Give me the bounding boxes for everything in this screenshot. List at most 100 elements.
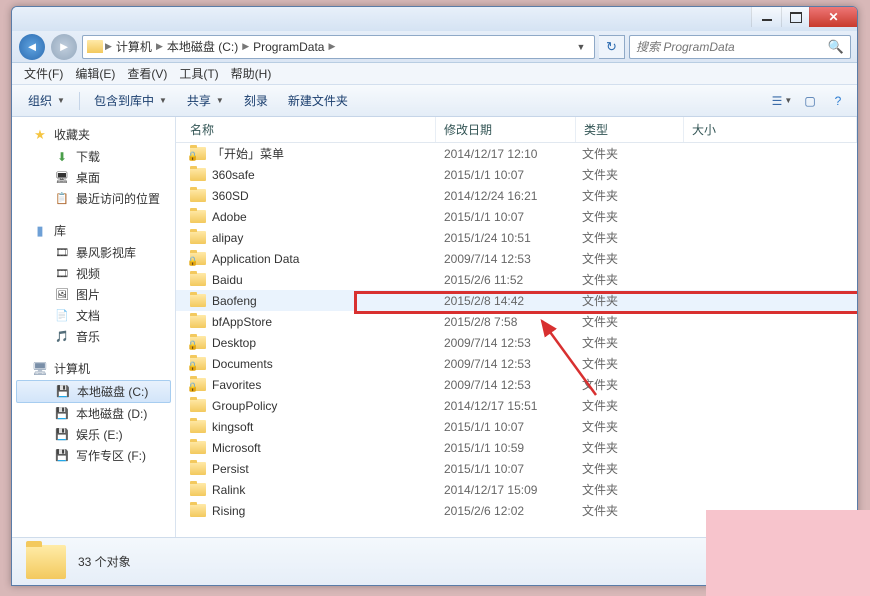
file-row[interactable]: 🔒 Desktop 2009/7/14 12:53文件夹 (176, 332, 857, 353)
column-size[interactable]: 大小 (684, 117, 857, 142)
file-row[interactable]: Baidu2015/2/6 11:52文件夹 (176, 269, 857, 290)
sidebar-item-label: 桌面 (76, 169, 100, 186)
sidebar-item-drive[interactable]: 本地磁盘 (D:) (12, 403, 175, 424)
sidebar-item-favorite[interactable]: 桌面 (12, 167, 175, 188)
sidebar-libraries-label: 库 (54, 222, 66, 239)
nav-back-button[interactable]: ◄ (18, 34, 46, 60)
breadcrumb-drive-c[interactable]: 本地磁盘 (C:) (165, 38, 240, 55)
search-icon[interactable]: 🔍 (828, 39, 844, 55)
file-name-cell: 🔒「开始」菜单 (190, 145, 442, 162)
maximize-button[interactable] (781, 7, 809, 27)
folder-icon: 🔒 (190, 147, 206, 160)
sidebar-item-label: 写作专区 (F:) (76, 447, 146, 464)
column-name[interactable]: 名称 (176, 117, 436, 142)
address-dropdown[interactable]: ▼ (572, 42, 590, 52)
file-name-cell: 360SD (190, 189, 442, 203)
sidebar-item-favorite[interactable]: 下载 (12, 146, 175, 167)
sidebar-item-library[interactable]: 视频 (12, 263, 175, 284)
file-row[interactable]: 360SD2014/12/24 16:21文件夹 (176, 185, 857, 206)
file-row[interactable]: Microsoft2015/1/1 10:59文件夹 (176, 437, 857, 458)
file-name: Desktop (212, 336, 256, 350)
file-row[interactable]: 🔒Documents2009/7/14 12:53文件夹 (176, 353, 857, 374)
star-icon: ★ (32, 127, 48, 143)
include-in-library-button[interactable]: 包含到库中▼ (86, 89, 175, 112)
file-row[interactable]: 360safe2015/1/1 10:07文件夹 (176, 164, 857, 185)
column-type[interactable]: 类型 (576, 117, 684, 142)
chevron-right-icon[interactable]: ▶ (103, 41, 114, 52)
burn-button[interactable]: 刻录 (236, 89, 276, 112)
file-name: Baidu (212, 273, 243, 287)
chevron-right-icon[interactable]: ▶ (154, 41, 165, 52)
sidebar-item-library[interactable]: 图片 (12, 284, 175, 305)
file-row[interactable]: 🔒「开始」菜单2014/12/17 12:10文件夹 (176, 143, 857, 164)
menu-file[interactable]: 文件(F) (18, 63, 69, 84)
sidebar-favorites: ★ 收藏夹 下载桌面最近访问的位置 (12, 123, 175, 209)
file-row[interactable]: kingsoft2015/1/1 10:07文件夹 (176, 416, 857, 437)
file-list[interactable]: 🔒「开始」菜单2014/12/17 12:10文件夹360safe2015/1/… (176, 143, 857, 537)
file-type: 文件夹 (582, 334, 690, 351)
file-name-cell: alipay (190, 231, 442, 245)
sidebar-item-library[interactable]: 文档 (12, 305, 175, 326)
file-name: GroupPolicy (212, 399, 277, 413)
file-row[interactable]: 🔒Application Data2009/7/14 12:53文件夹 (176, 248, 857, 269)
file-row[interactable]: Adobe2015/1/1 10:07文件夹 (176, 206, 857, 227)
file-name: bfAppStore (212, 315, 272, 329)
file-name-cell: Adobe (190, 210, 442, 224)
file-name: Microsoft (212, 441, 261, 455)
file-row[interactable]: GroupPolicy2014/12/17 15:51文件夹 (176, 395, 857, 416)
file-row[interactable]: Baofeng2015/2/8 14:42文件夹 (176, 290, 857, 311)
sidebar-item-library[interactable]: 暴风影视库 (12, 242, 175, 263)
sidebar-item-favorite[interactable]: 最近访问的位置 (12, 188, 175, 209)
file-row[interactable]: Ralink2014/12/17 15:09文件夹 (176, 479, 857, 500)
file-date: 2009/7/14 12:53 (442, 336, 582, 350)
chevron-right-icon[interactable]: ▶ (240, 41, 251, 52)
search-field[interactable]: 🔍 (629, 35, 851, 59)
mus-icon (54, 329, 70, 345)
file-date: 2014/12/17 15:51 (442, 399, 582, 413)
sidebar-libraries-header[interactable]: ▮ 库 (12, 219, 175, 242)
share-button[interactable]: 共享▼ (179, 89, 232, 112)
address-field[interactable]: ▶ 计算机 ▶ 本地磁盘 (C:) ▶ ProgramData ▶ ▼ (82, 35, 595, 59)
breadcrumb-programdata[interactable]: ProgramData (251, 40, 326, 54)
breadcrumb-computer[interactable]: 计算机 (114, 38, 154, 55)
sidebar-item-drive[interactable]: 娱乐 (E:) (12, 424, 175, 445)
file-name-cell: 🔒 Desktop (190, 336, 442, 350)
file-name: 360SD (212, 189, 249, 203)
close-button[interactable] (809, 7, 857, 27)
menu-view[interactable]: 查看(V) (121, 63, 173, 84)
sidebar-favorites-header[interactable]: ★ 收藏夹 (12, 123, 175, 146)
file-type: 文件夹 (582, 229, 690, 246)
menu-tools[interactable]: 工具(T) (173, 63, 224, 84)
body: ★ 收藏夹 下载桌面最近访问的位置 ▮ 库 暴风影视库视频图片文档音乐 🖥 计算… (12, 117, 857, 537)
titlebar[interactable] (12, 7, 857, 31)
sidebar-item-drive[interactable]: 写作专区 (F:) (12, 445, 175, 466)
file-name: Baofeng (212, 294, 257, 308)
file-row[interactable]: bfAppStore2015/2/8 7:58文件夹 (176, 311, 857, 332)
organize-button[interactable]: 组织▼ (20, 89, 73, 112)
toolbar: 组织▼ 包含到库中▼ 共享▼ 刻录 新建文件夹 ☰ ▼ ▢ ? (12, 85, 857, 117)
chevron-right-icon[interactable]: ▶ (326, 41, 337, 52)
file-type: 文件夹 (582, 502, 690, 519)
help-button[interactable]: ? (827, 92, 849, 110)
menu-help[interactable]: 帮助(H) (225, 63, 278, 84)
file-row[interactable]: 🔒Favorites2009/7/14 12:53文件夹 (176, 374, 857, 395)
file-date: 2015/2/6 12:02 (442, 504, 582, 518)
menu-edit[interactable]: 编辑(E) (69, 63, 121, 84)
folder-icon (190, 231, 206, 244)
minimize-button[interactable] (751, 7, 781, 27)
file-name-cell: bfAppStore (190, 315, 442, 329)
sidebar-item-drive[interactable]: 本地磁盘 (C:) (16, 380, 171, 403)
refresh-button[interactable]: ↻ (599, 35, 625, 59)
sidebar-item-library[interactable]: 音乐 (12, 326, 175, 347)
file-row[interactable]: alipay2015/1/24 10:51文件夹 (176, 227, 857, 248)
new-folder-button[interactable]: 新建文件夹 (280, 89, 356, 112)
nav-forward-button[interactable]: ► (50, 34, 78, 60)
search-input[interactable] (636, 40, 828, 54)
sidebar-computer-header[interactable]: 🖥 计算机 (12, 357, 175, 380)
lock-icon: 🔒 (187, 340, 198, 351)
column-date[interactable]: 修改日期 (436, 117, 576, 142)
preview-pane-button[interactable]: ▢ (799, 92, 821, 110)
file-row[interactable]: Persist2015/1/1 10:07文件夹 (176, 458, 857, 479)
main-panel: 名称 修改日期 类型 大小 🔒「开始」菜单2014/12/17 12:10文件夹… (176, 117, 857, 537)
view-options-button[interactable]: ☰ ▼ (771, 92, 793, 110)
